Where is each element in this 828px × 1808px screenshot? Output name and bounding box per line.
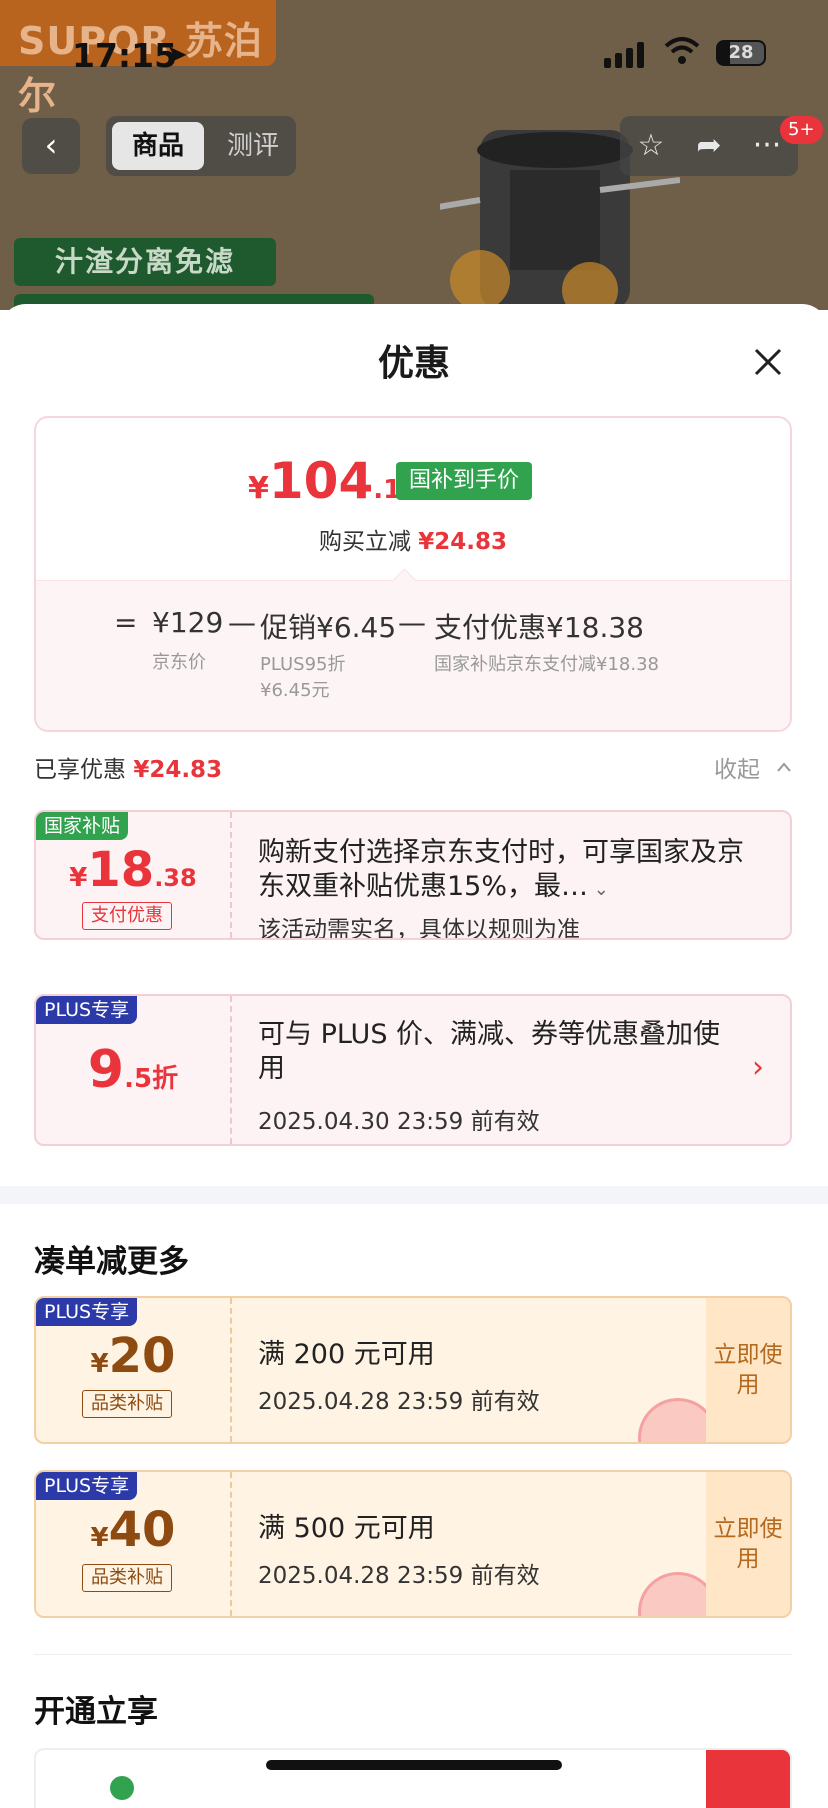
subsidy-price-badge: 国补到手价 bbox=[396, 462, 532, 500]
tab-review[interactable]: 测评 bbox=[218, 122, 288, 170]
coupon-discount-rate: 9.5折 bbox=[87, 1040, 179, 1100]
promo-tag: 汁渣分离免滤 bbox=[14, 238, 276, 286]
coupon-validity: 2025.04.28 23:59 前有效 bbox=[258, 1563, 540, 1589]
open-membership-title: 开通立享 bbox=[34, 1694, 158, 1730]
coupon-tag: 国家补贴 bbox=[36, 812, 129, 840]
subsidy-coupon[interactable]: 国家补贴 ¥18.38 支付优惠 购新支付选择京东支付时，可享国家及京东双重补贴… bbox=[34, 810, 792, 940]
header-actions: ☆ ➦ ··· bbox=[620, 116, 798, 176]
coupon-description: 购新支付选择京东支付时，可享国家及京东双重补贴优惠15%，最… ⌄ bbox=[258, 837, 744, 902]
payment-discount: 支付优惠¥18.38 bbox=[434, 611, 644, 644]
base-price: ¥129 bbox=[152, 606, 224, 639]
coupon-tag: PLUS专享 bbox=[36, 1472, 138, 1500]
equals-sign: = bbox=[114, 606, 138, 639]
coupon-condition: 满 200 元可用 bbox=[258, 1339, 435, 1370]
coupon-amount: ¥20 bbox=[90, 1328, 176, 1384]
wifi-icon bbox=[664, 37, 700, 64]
cellular-signal-icon bbox=[604, 42, 648, 68]
battery-icon: 28 bbox=[716, 40, 766, 66]
coupon-amount: ¥18.38 bbox=[69, 842, 197, 898]
use-now-button[interactable]: 立即使用 bbox=[706, 1298, 790, 1442]
section-divider bbox=[0, 1186, 828, 1204]
coupon-tag: PLUS专享 bbox=[36, 996, 138, 1024]
open-membership-button[interactable] bbox=[706, 1750, 790, 1808]
membership-icon bbox=[110, 1776, 134, 1800]
share-icon[interactable]: ➦ bbox=[682, 116, 736, 176]
plus-coupon[interactable]: PLUS专享 9.5折 可与 PLUS 价、满减、券等优惠叠加使用 2025.0… bbox=[34, 994, 792, 1146]
promo-discount: 促销¥6.45 bbox=[260, 611, 397, 644]
category-coupon[interactable]: PLUS专享 ¥40 品类补贴 满 500 元可用 2025.04.28 23:… bbox=[34, 1470, 792, 1618]
more-savings-title: 凑单减更多 bbox=[34, 1244, 189, 1280]
coupon-description: 可与 PLUS 价、满减、券等优惠叠加使用 bbox=[258, 1019, 721, 1084]
favorite-star-icon[interactable]: ☆ bbox=[624, 116, 678, 176]
enjoyed-discount: 已享优惠 ¥24.83 bbox=[34, 757, 223, 783]
tab-product[interactable]: 商品 bbox=[112, 122, 204, 170]
back-button[interactable]: ‹ bbox=[22, 118, 80, 174]
minus-sign: — bbox=[228, 606, 256, 639]
use-now-button[interactable]: 立即使用 bbox=[706, 1472, 790, 1616]
chevron-down-icon[interactable]: ⌄ bbox=[588, 879, 609, 900]
membership-card[interactable] bbox=[34, 1748, 792, 1808]
final-price: ¥104.17 bbox=[248, 452, 419, 510]
payment-label: 国家补贴京东支付减¥18.38 bbox=[434, 654, 659, 675]
price-summary-card: ¥104.17 国补到手价 购买立减 ¥24.83 = ¥129 — 促销¥6.… bbox=[34, 416, 792, 732]
coupon-tag: PLUS专享 bbox=[36, 1298, 138, 1326]
coupon-category: 品类补贴 bbox=[82, 1390, 172, 1418]
close-icon[interactable] bbox=[750, 344, 786, 380]
coupon-category: 品类补贴 bbox=[82, 1564, 172, 1592]
chevron-right-icon[interactable]: › bbox=[752, 1050, 764, 1085]
base-price-label: 京东价 bbox=[152, 652, 206, 673]
battery-level: 28 bbox=[728, 42, 754, 63]
minus-sign: — bbox=[398, 606, 426, 639]
coupon-validity: 2025.04.30 23:59 前有效 bbox=[258, 1109, 540, 1135]
coupon-category: 支付优惠 bbox=[82, 902, 172, 930]
promo-label-amount: ¥6.45元 bbox=[260, 680, 330, 701]
category-coupon[interactable]: PLUS专享 ¥20 品类补贴 满 200 元可用 2025.04.28 23:… bbox=[34, 1296, 792, 1444]
discount-sheet: 优惠 ¥104.17 国补到手价 购买立减 ¥24.83 = ¥129 — 促销… bbox=[0, 304, 828, 1808]
message-count-badge: 5+ bbox=[780, 116, 823, 144]
sheet-title: 优惠 bbox=[377, 343, 450, 384]
coupon-condition: 满 500 元可用 bbox=[258, 1513, 435, 1544]
home-indicator bbox=[266, 1760, 562, 1770]
price-breakdown bbox=[36, 580, 790, 730]
promo-label: PLUS95折 bbox=[260, 654, 346, 675]
chevron-up-icon[interactable] bbox=[776, 760, 792, 774]
product-header: SUPOR 苏泊尔 汁渣分离免滤 17:15 ➤ 28 ‹ 商品 测评 ☆ ➦ … bbox=[0, 0, 828, 310]
coupon-amount: ¥40 bbox=[90, 1502, 176, 1558]
collapse-button[interactable]: 收起 bbox=[714, 750, 760, 784]
chevron-left-icon: ‹ bbox=[44, 126, 58, 164]
instant-reduction: 购买立减 ¥24.83 bbox=[318, 529, 508, 555]
location-arrow-icon: ➤ bbox=[166, 40, 188, 70]
status-time: 17:15 bbox=[72, 36, 178, 75]
tab-switch: 商品 测评 bbox=[106, 116, 296, 176]
coupon-validity: 2025.04.28 23:59 前有效 bbox=[258, 1389, 540, 1415]
section-divider-line bbox=[34, 1654, 792, 1655]
coupon-note: 该活动需实名，具体以规则为准 bbox=[258, 917, 580, 940]
